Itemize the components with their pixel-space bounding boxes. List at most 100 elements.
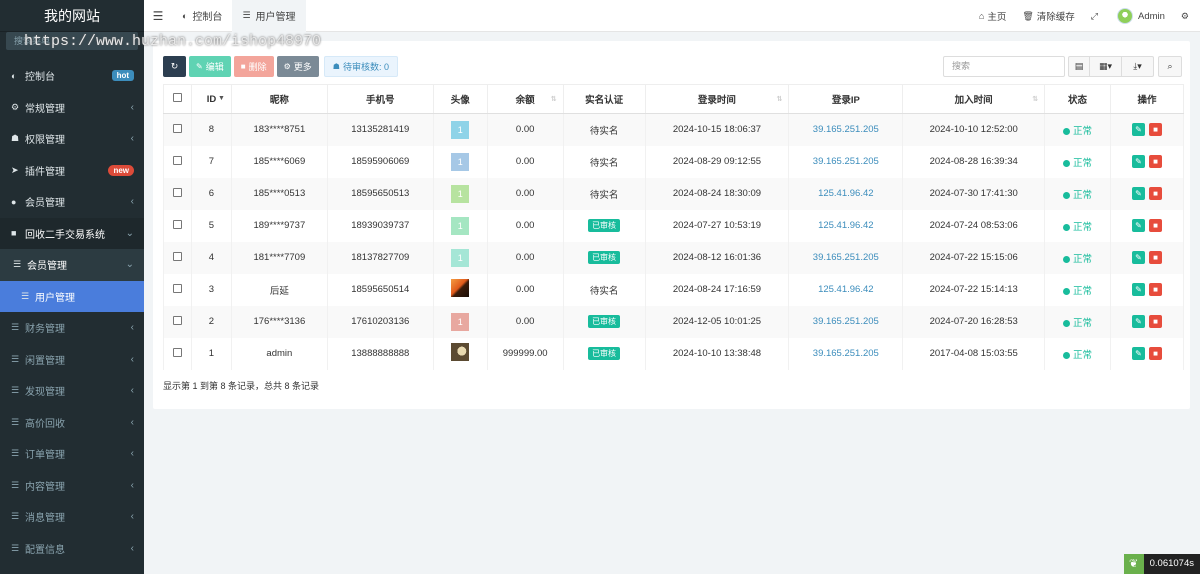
trash-icon: ■ bbox=[1153, 285, 1158, 294]
ip-link[interactable]: 39.165.251.205 bbox=[813, 316, 879, 327]
sidebar-item-0[interactable]: ◐ 控制台 hot bbox=[0, 60, 144, 92]
row-checkbox[interactable] bbox=[163, 241, 192, 274]
col-login-time[interactable]: 登录时间 ⇅ bbox=[644, 84, 790, 114]
row-checkbox[interactable] bbox=[163, 305, 192, 338]
row-checkbox[interactable] bbox=[163, 177, 192, 210]
row-delete-button[interactable]: ■ bbox=[1149, 283, 1162, 296]
sidebar: 我的网站 搜索菜单 ◐ 控制台 hot ⚙ 常规管理 ‹ ☗ 权限管理 ‹ ➤ 插件管理 new ● 会员… bbox=[0, 0, 144, 574]
row-checkbox[interactable] bbox=[163, 337, 192, 370]
toggle-view-button[interactable]: ▤ bbox=[1068, 56, 1090, 77]
export-dropdown[interactable]: ⤓▾ bbox=[1122, 56, 1154, 77]
row-edit-button[interactable]: ✎ bbox=[1132, 187, 1145, 200]
row-edit-button[interactable]: ✎ bbox=[1132, 219, 1145, 232]
row-delete-button[interactable]: ■ bbox=[1149, 251, 1162, 264]
table-row[interactable]: 5 189****9737 18939039737 1 0.00 已审核 2024-07-2… bbox=[163, 209, 1184, 242]
sidebar-item-13[interactable]: ☰ 内容管理 ‹ bbox=[0, 470, 144, 502]
row-checkbox[interactable] bbox=[163, 113, 192, 146]
settings-button[interactable]: ⚙ bbox=[1181, 11, 1192, 22]
home-link[interactable]: ⌂ 主页 bbox=[979, 9, 1006, 23]
sidebar-item-1[interactable]: ⚙ 常规管理 ‹ bbox=[0, 92, 144, 124]
cell-nickname: 181****7709 bbox=[230, 241, 328, 274]
sort-icon: ⇅ bbox=[550, 96, 557, 103]
sidebar-item-2[interactable]: ☗ 权限管理 ‹ bbox=[0, 123, 144, 155]
columns-dropdown[interactable]: ▦▾ bbox=[1090, 56, 1122, 77]
table-row[interactable]: 3 后延 18595650514 0.00 待实名 2024-08-24 17:16:59… bbox=[163, 273, 1184, 306]
sidebar-item-8[interactable]: ☰ 财务管理 ‹ bbox=[0, 312, 144, 344]
sidebar-item-5[interactable]: ■ 回收二手交易系统 ⌄ bbox=[0, 217, 144, 249]
cell-actions: ✎ ■ bbox=[1110, 337, 1184, 370]
pending-review-button[interactable]: ☗ 待审核数: 0 bbox=[323, 56, 398, 77]
sidebar-item-10[interactable]: ☰ 发现管理 ‹ bbox=[0, 375, 144, 407]
user-avatar: 1 bbox=[451, 152, 470, 171]
row-delete-button[interactable]: ■ bbox=[1149, 187, 1162, 200]
table-search-input[interactable]: 搜索 bbox=[943, 56, 1065, 77]
cell-login-ip: 39.165.251.205 bbox=[788, 241, 904, 274]
brand-logo[interactable]: 我的网站 bbox=[0, 0, 144, 32]
ip-link[interactable]: 39.165.251.205 bbox=[813, 252, 879, 263]
sidebar-item-label: 消息管理 bbox=[25, 513, 65, 525]
user-menu[interactable]: Admin bbox=[1116, 8, 1165, 24]
user-name: Admin bbox=[1137, 10, 1165, 22]
tab-1[interactable]: ☰ 用户管理 bbox=[232, 0, 306, 32]
table-row[interactable]: 4 181****7709 18137827709 1 0.00 已审核 2024-08-1… bbox=[163, 241, 1184, 274]
ip-link[interactable]: 125.41.96.42 bbox=[818, 284, 873, 295]
ip-link[interactable]: 39.165.251.205 bbox=[813, 156, 879, 167]
sidebar-item-label: 高价回收 bbox=[25, 418, 65, 430]
row-edit-button[interactable]: ✎ bbox=[1132, 155, 1145, 168]
sidebar-item-3[interactable]: ➤ 插件管理 new bbox=[0, 155, 144, 187]
more-button[interactable]: ⚙ 更多 bbox=[276, 56, 319, 77]
sidebar-item-9[interactable]: ☰ 闲置管理 ‹ bbox=[0, 344, 144, 376]
fullscreen-button[interactable]: ⤢ bbox=[1091, 11, 1101, 22]
verify-status: 待实名 bbox=[589, 157, 619, 169]
sidebar-search-input[interactable]: 搜索菜单 bbox=[6, 32, 138, 50]
trash-icon: ■ bbox=[1153, 317, 1158, 326]
ip-link[interactable]: 39.165.251.205 bbox=[813, 124, 879, 135]
search-toggle-button[interactable]: ⌕ bbox=[1158, 56, 1182, 77]
edit-button[interactable]: ✎ 编辑 bbox=[189, 56, 231, 77]
ip-link[interactable]: 39.165.251.205 bbox=[813, 348, 879, 359]
col-balance[interactable]: 余额 ⇅ bbox=[486, 84, 564, 114]
row-checkbox[interactable] bbox=[163, 145, 192, 178]
user-avatar bbox=[451, 279, 470, 297]
chevron-icon: ⌄ bbox=[125, 259, 134, 271]
table-row[interactable]: 1 admin 13888888888 999999.00 已审核 2024-10-10 … bbox=[163, 337, 1184, 370]
row-edit-button[interactable]: ✎ bbox=[1132, 347, 1145, 360]
sidebar-item-12[interactable]: ☰ 订单管理 ‹ bbox=[0, 438, 144, 470]
row-delete-button[interactable]: ■ bbox=[1149, 315, 1162, 328]
table-row[interactable]: 8 183****8751 13135281419 1 0.00 待实名 2024-10-1… bbox=[163, 113, 1184, 146]
sidebar-item-label: 闲置管理 bbox=[25, 355, 65, 367]
menu-toggle-icon[interactable]: ☰ bbox=[144, 9, 172, 23]
cell-status: 正常 bbox=[1044, 113, 1111, 146]
table-row[interactable]: 6 185****0513 18595650513 1 0.00 待实名 2024-08-2… bbox=[163, 177, 1184, 210]
sidebar-item-7[interactable]: ☰ 用户管理 bbox=[0, 280, 144, 312]
row-delete-button[interactable]: ■ bbox=[1149, 219, 1162, 232]
sidebar-item-14[interactable]: ☰ 消息管理 ‹ bbox=[0, 501, 144, 533]
delete-button[interactable]: ■ 删除 bbox=[233, 56, 274, 77]
col-id[interactable]: ID ▼ bbox=[190, 84, 232, 114]
row-delete-button[interactable]: ■ bbox=[1149, 123, 1162, 137]
refresh-button[interactable]: ↻ bbox=[163, 56, 186, 77]
tab-0[interactable]: ◐ 控制台 bbox=[172, 0, 232, 32]
row-checkbox[interactable] bbox=[163, 273, 192, 306]
table-row[interactable]: 7 185****6069 18595906069 1 0.00 待实名 2024-08-2… bbox=[163, 145, 1184, 178]
clear-cache-button[interactable]: 🗑 清除缓存 bbox=[1022, 9, 1074, 24]
ip-link[interactable]: 125.41.96.42 bbox=[818, 188, 873, 199]
ip-link[interactable]: 125.41.96.42 bbox=[818, 220, 873, 231]
col-join-time[interactable]: 加入时间 ⇅ bbox=[902, 84, 1046, 114]
sidebar-item-4[interactable]: ● 会员管理 ‹ bbox=[0, 186, 144, 218]
edit-label: 编辑 bbox=[205, 62, 224, 72]
row-edit-button[interactable]: ✎ bbox=[1132, 283, 1145, 296]
table-row[interactable]: 2 176****3136 17610203136 1 0.00 已审核 2024-12-0… bbox=[163, 305, 1184, 338]
row-delete-button[interactable]: ■ bbox=[1149, 155, 1162, 168]
sidebar-item-6[interactable]: ☰ 会员管理 ⌄ bbox=[0, 249, 144, 281]
row-edit-button[interactable]: ✎ bbox=[1132, 251, 1145, 264]
row-delete-button[interactable]: ■ bbox=[1149, 347, 1162, 360]
verify-status: 待实名 bbox=[589, 125, 619, 137]
select-all-checkbox[interactable] bbox=[163, 84, 192, 114]
row-edit-button[interactable]: ✎ bbox=[1132, 123, 1145, 137]
row-checkbox[interactable] bbox=[163, 209, 192, 242]
col-phone: 手机号 bbox=[326, 84, 434, 114]
sidebar-item-11[interactable]: ☰ 高价回收 ‹ bbox=[0, 407, 144, 439]
row-edit-button[interactable]: ✎ bbox=[1132, 315, 1145, 328]
sidebar-item-15[interactable]: ☰ 配置信息 ‹ bbox=[0, 533, 144, 565]
